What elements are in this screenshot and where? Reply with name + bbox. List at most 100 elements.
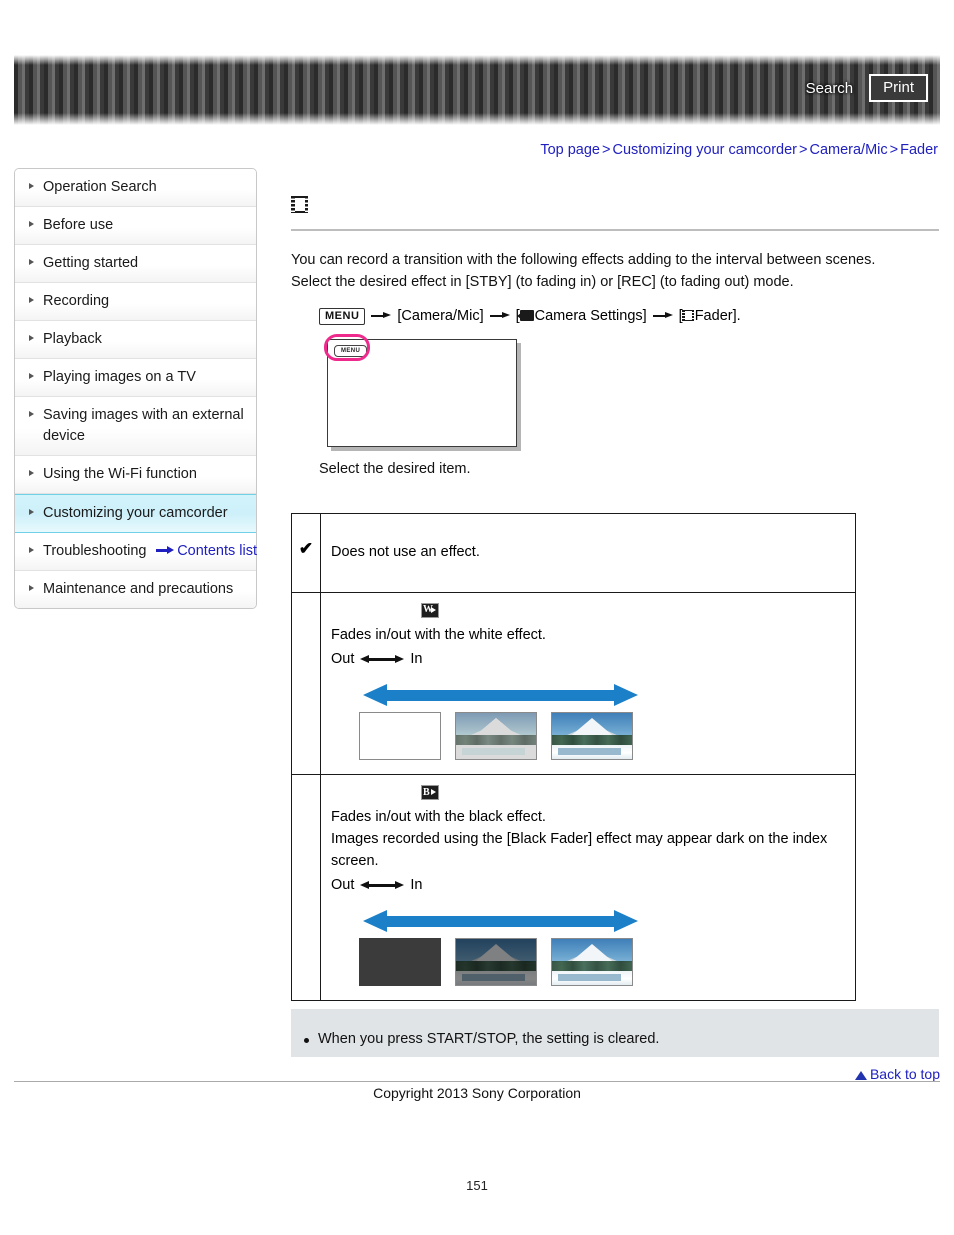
fader-film-icon [682,309,695,322]
sidebar-item-maintenance-and-precautions[interactable]: Maintenance and precautions [15,571,256,609]
back-to-top-label: Back to top [869,1066,940,1082]
menu-path-step-camera-mic: [Camera/Mic] [397,308,484,325]
row-check-cell: ✔ [291,513,321,593]
in-label: In [410,650,423,667]
white-fader-sequence [359,684,644,761]
chevron-right-icon [29,470,34,477]
sidebar-item-label: Maintenance and precautions [43,581,234,598]
intro-line-1: You can record a transition with the fol… [291,252,876,268]
sidebar-item-label: Before use [43,217,114,234]
row-check-cell [291,591,321,776]
contents-list-link[interactable]: Contents list [156,543,257,559]
thumbnail-strip [359,938,644,987]
sidebar-item-customizing-your-camcorder[interactable]: Customizing your camcorder [15,494,256,534]
row-description-line: Fades in/out with the white effect. [331,626,546,643]
menu-path-step-camera-settings: [Camera Settings] [516,308,647,324]
search-button[interactable]: Search [804,77,856,100]
out-label: Out [331,650,355,667]
sidebar-item-label: Saving images with an external device [43,407,244,445]
double-arrow-icon [360,654,405,665]
play-triangle-icon [431,606,436,613]
screen-menu-button[interactable]: MENU [334,345,368,358]
sidebar-item-operation-search[interactable]: Operation Search [15,169,256,208]
arrow-right-icon [371,311,392,321]
header-banner: Search Print [14,55,940,125]
sidebar-item-getting-started[interactable]: Getting started [15,245,256,284]
sidebar-item-label: Getting started [43,255,139,272]
mountain-scene [456,939,536,986]
transition-double-arrow-icon [363,910,638,933]
white-fader-icon-row: W [421,602,845,625]
breadcrumb-separator: > [799,142,808,158]
sidebar-item-label: Playing images on a TV [43,369,196,386]
screen-caption: Select the desired item. [319,461,471,478]
sidebar-item-playing-images-on-a-tv[interactable]: Playing images on a TV [15,359,256,398]
sidebar-item-recording[interactable]: Recording [15,283,256,322]
double-arrow-icon [360,880,405,891]
contents-list-label: Contents list [177,543,257,559]
note-text: When you press START/STOP, the setting i… [318,1031,660,1047]
breadcrumb-item-camera-mic[interactable]: Camera/Mic [809,142,887,158]
chevron-right-icon [29,335,34,342]
row-description-line: Fades in/out with the black effect. [331,809,546,826]
breadcrumb: Top page > Customizing your camcorder > Came… [540,142,938,158]
thumbnail-darkened-mountain [455,938,537,987]
black-fader-icon-row: B [421,785,845,807]
play-triangle-icon [431,789,436,796]
chevron-right-icon [29,221,34,228]
sidebar-item-using-the-wifi-function[interactable]: Using the Wi-Fi function [15,456,256,495]
menu-button-chip[interactable]: MENU [319,307,366,326]
arrow-right-icon [156,546,175,554]
thumbnail-mountain-scene [551,938,633,987]
chevron-right-icon [29,411,34,418]
black-fader-icon: B [421,785,439,801]
sidebar-item-label: Customizing your camcorder [43,505,228,522]
breadcrumb-separator: > [602,142,611,158]
sidebar-item-saving-images-external-device[interactable]: Saving images with an external device [15,397,256,457]
breadcrumb-item-top-page[interactable]: Top page [540,142,600,158]
contents-list-link-wrap: Contents list [14,543,257,559]
thumbnail-blank-white-frame [359,712,441,761]
sidebar-item-before-use[interactable]: Before use [15,207,256,246]
arrow-right-icon [489,311,510,321]
movie-film-icon [291,196,308,213]
menu-path-step-label: Fader]. [694,308,741,325]
note-box: When you press START/STOP, the setting i… [291,1009,939,1057]
sidebar-item-label: Using the Wi-Fi function [43,466,197,483]
black-fader-letter: B [423,786,430,798]
menu-path-step-label: Camera Settings] [534,308,647,325]
menu-path-step-fader: [Fader]. [679,308,741,324]
mountain-scene [456,713,536,760]
mountain-scene [552,713,632,760]
camera-settings-icon [516,310,534,322]
thumbnail-black-frame [359,938,441,987]
white-fader-icon: W [421,602,439,618]
thumbnail-washed-out-mountain [455,712,537,761]
sidebar-item-playback[interactable]: Playback [15,321,256,360]
thumbnail-mountain-scene [551,712,633,761]
camcorder-screen-illustration: MENU [324,334,517,448]
chevron-right-icon [29,509,34,516]
out-label: Out [331,876,355,893]
print-button[interactable]: Print [869,74,928,102]
thumbnail-strip [359,712,644,761]
chevron-right-icon [29,585,34,592]
bullet-icon [304,1038,309,1043]
sidebar-item-label: Operation Search [43,179,157,195]
intro-line-2: Select the desired effect in [STBY] (to … [291,274,794,291]
table-row: B Fades in/out with the black effect. Im… [291,774,856,1002]
sidebar-item-label: Recording [43,293,110,310]
table-row: W Fades in/out with the white effect. Ou… [291,591,856,776]
footer-divider [14,1081,940,1082]
main-content: You can record a transition with the fol… [291,196,939,1002]
breadcrumb-item-customizing[interactable]: Customizing your camcorder [612,142,797,158]
black-fader-sequence [359,910,644,987]
back-to-top-link[interactable]: Back to top [854,1066,940,1082]
caret-up-icon [854,1071,867,1080]
out-in-legend: Out In [331,649,845,671]
table-row: ✔ Does not use an effect. [291,513,856,593]
row-description-cell: Does not use an effect. [320,513,856,593]
breadcrumb-separator: > [889,142,899,158]
chevron-right-icon [29,373,34,380]
breadcrumb-item-fader[interactable]: Fader [900,142,938,158]
